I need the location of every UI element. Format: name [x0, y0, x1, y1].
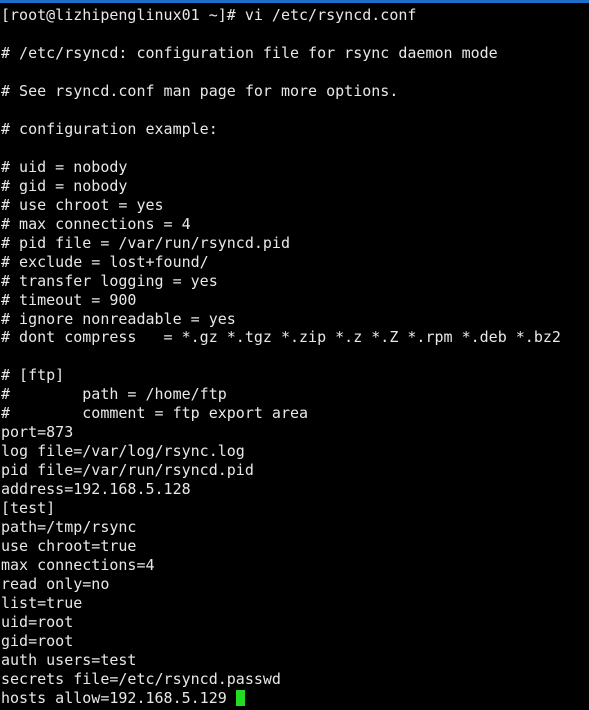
file-line: secrets file=/etc/rsyncd.passwd [1, 669, 281, 688]
file-line: auth users=test [1, 650, 137, 669]
file-line [1, 139, 561, 158]
file-line: # /etc/rsyncd: configuration file for rs… [1, 43, 498, 62]
file-line: # ignore nonreadable = yes [1, 309, 236, 328]
file-line: # gid = nobody [1, 176, 128, 195]
file-line: # comment = ftp export area [1, 404, 309, 423]
file-line: # timeout = 900 [1, 290, 137, 309]
file-line: use chroot=true [1, 537, 137, 556]
file-line: # use chroot = yes [1, 195, 164, 214]
file-line: log file=/var/log/rsync.log [1, 442, 245, 461]
file-line: # max connections = 4 [1, 214, 191, 233]
file-line: # dont compress = *.gz *.tgz *.zip *.z *… [1, 328, 561, 347]
text-cursor [235, 689, 245, 706]
file-line: list=true [1, 594, 83, 613]
file-line: gid=root [1, 631, 74, 650]
file-line: hosts allow=192.168.5.129 [1, 689, 561, 708]
file-line: pid file=/var/run/rsyncd.pid [1, 461, 254, 480]
file-line [1, 347, 561, 366]
file-line: uid=root [1, 613, 74, 631]
shell-prompt-line: [root@lizhipenglinux01 ~]# vi /etc/rsync… [1, 6, 417, 24]
file-line: # uid = nobody [1, 157, 128, 176]
file-line: [test] [1, 499, 56, 518]
file-line: # exclude = lost+found/ [1, 252, 209, 271]
terminal-output[interactable]: [root@lizhipenglinux01 ~]# vi /etc/rsync… [1, 6, 561, 708]
file-line: path=/tmp/rsync [1, 518, 137, 537]
file-line [1, 63, 561, 82]
file-line: # [ftp] [1, 366, 65, 385]
file-line: # See rsyncd.conf man page for more opti… [1, 81, 399, 100]
file-line: read only=no [1, 575, 110, 594]
file-line: # path = /home/ftp [1, 385, 227, 404]
file-line: # transfer logging = yes [1, 271, 218, 290]
file-line [1, 25, 561, 44]
file-line: # pid file = /var/run/rsyncd.pid [1, 233, 290, 252]
file-line: max connections=4 [1, 556, 155, 575]
file-line: # configuration example: [1, 119, 218, 138]
window-top-border [0, 0, 589, 3]
file-line: port=873 [1, 423, 74, 442]
file-line [1, 101, 561, 120]
file-line: address=192.168.5.128 [1, 480, 191, 499]
